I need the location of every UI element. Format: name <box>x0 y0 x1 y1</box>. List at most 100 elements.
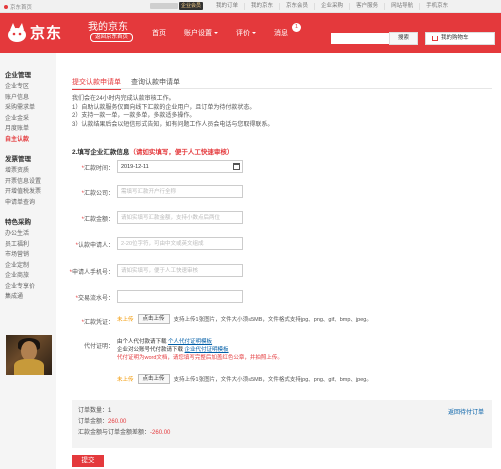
section-title-text: 2.填写企业汇款信息 <box>72 149 130 156</box>
sidebar-item-marketing[interactable]: 市场营销 <box>5 250 56 261</box>
top-link-my-jd[interactable]: 我的京东 <box>244 3 279 10</box>
location-pin-icon <box>4 5 8 9</box>
jd-logo-text[interactable]: 京东 <box>30 22 62 43</box>
tab-divider <box>72 88 492 89</box>
applicant-label: *认款申请人： <box>75 243 114 249</box>
proxy-label: 代付证明： <box>54 341 114 350</box>
submit-button[interactable]: 提交 <box>72 455 104 467</box>
sidebar-item-monthly-bill[interactable]: 月度账单 <box>5 124 56 135</box>
sidebar-group-title: 企业管理 <box>5 72 31 79</box>
serial-field[interactable] <box>117 290 243 303</box>
phone-label: *申请人手机号： <box>69 270 114 276</box>
nav-account-settings[interactable]: 账户设置 <box>184 28 218 38</box>
nav-messages[interactable]: 消息 <box>274 28 288 38</box>
notice-line: 2）支持一款一单，一款多单，多款适多操作。 <box>72 113 196 119</box>
nav-reviews-label: 评价 <box>236 30 250 37</box>
order-summary: 订单数量：1 订单金额：260.00 汇款金额与订单金额差额：-260.00 返… <box>72 400 492 448</box>
back-home-button[interactable]: 返回京东首页 <box>90 33 134 42</box>
sidebar-item-business-travel[interactable]: 企业商旅 <box>5 271 56 282</box>
order-amount-label: 订单金额： <box>78 419 109 425</box>
proxy-line-enterprise: 企业对公账号代付款请下载 企业代付证明模板 <box>117 346 283 354</box>
sidebar-item-enterprise-zone[interactable]: 企业专区 <box>5 82 56 93</box>
section-title: 2.填写企业汇款信息（请如实填写，便于人工快速审核） <box>72 146 233 156</box>
home-link-label: 京东首页 <box>10 5 33 11</box>
my-jd-title: 我的京东 <box>88 22 128 33</box>
proxy-upload-button[interactable]: 点击上传 <box>137 374 170 384</box>
cart-button[interactable]: 我的购物车 <box>425 32 495 45</box>
sidebar-group-enterprise: 企业管理 企业专区 账户信息 采购需求单 企业金采 月度账单 自主认款 <box>5 69 56 145</box>
nav-account-settings-label: 账户设置 <box>184 30 212 37</box>
voucher-upload-hint: 支持上传1张图片，文件大小须≤5MB，文件格式支持jpg、png、gif、bmp… <box>173 317 372 323</box>
top-link-enterprise[interactable]: 企业采购 <box>314 3 349 10</box>
date-label: *汇款时间： <box>81 166 114 172</box>
search-button[interactable]: 搜索 <box>389 32 418 45</box>
top-link-mobile[interactable]: 手机京东 <box>419 3 454 10</box>
chevron-down-icon <box>214 32 218 34</box>
proxy-line2-prefix: 企业对公账号代付款请下载 <box>117 347 184 353</box>
notice-line: 1）自助认款服务仅面向线下汇款的企业用户，且订单为待付款状态。 <box>72 104 256 111</box>
promo-image[interactable] <box>6 335 52 375</box>
proxy-instructions: 由个人代付款请下载 个人代付证明模板 企业对公账号代付款请下载 企业代付证明模板… <box>117 338 283 362</box>
date-label-text: 汇款时间： <box>83 166 114 172</box>
sidebar-item-office-life[interactable]: 办公生活 <box>5 229 56 240</box>
calendar-icon[interactable] <box>233 163 240 170</box>
sidebar-item-integration[interactable]: 集成通 <box>5 292 56 303</box>
company-field[interactable] <box>117 185 243 198</box>
main-nav: 首页 账户设置 评价 消息 <box>152 28 306 38</box>
sidebar-item-self-claim[interactable]: 自主认款 <box>5 135 56 146</box>
amount-diff-label: 汇款金额与订单金额差额： <box>78 430 151 436</box>
sidebar-item-issue-vat-invoice[interactable]: 开增值税发票 <box>5 187 56 198</box>
chevron-down-icon <box>252 32 256 34</box>
voucher-upload-button[interactable]: 点击上传 <box>137 314 170 324</box>
top-bar: 京东首页 企业会员 我的订单 我的京东 京东会员 企业采购 客户服务 网站导航 … <box>0 0 501 13</box>
proxy-line-personal: 由个人代付款请下载 个人代付证明模板 <box>117 338 283 346</box>
notice-line: 我们会在24小时内完成认款审核工作。 <box>72 96 175 102</box>
amount-diff-value: -260.00 <box>150 430 171 436</box>
enterprise-template-link[interactable]: 企业代付证明模板 <box>185 347 229 353</box>
sidebar-group-title: 特色采购 <box>5 219 31 226</box>
date-field[interactable] <box>117 160 243 173</box>
serial-label-text: 交易流水号： <box>77 296 114 302</box>
sidebar-item-employee-benefits[interactable]: 员工福利 <box>5 240 56 251</box>
return-pending-orders-link[interactable]: 返回待付订单 <box>448 407 484 416</box>
personal-template-link[interactable]: 个人代付证明模板 <box>168 339 212 345</box>
sidebar-item-exclusive-price[interactable]: 企业专享价 <box>5 282 56 293</box>
voucher-upload-row: 未上传 点击上传 支持上传1张图片，文件大小须≤5MB，文件格式支持jpg、pn… <box>117 314 372 324</box>
sidebar-item-enterprise-credit[interactable]: 企业金采 <box>5 114 56 125</box>
sidebar-item-purchase-request[interactable]: 采购需求单 <box>5 103 56 114</box>
company-label: *汇款公司： <box>81 191 114 197</box>
sidebar-item-request-query[interactable]: 申请单查询 <box>5 198 56 209</box>
amount-label: *汇款金额： <box>81 217 114 223</box>
cart-icon <box>432 36 438 41</box>
order-count-row: 订单数量：1 <box>78 406 486 417</box>
proxy-upload-row: 未上传 点击上传 支持上传1张图片，文件大小须≤5MB，文件格式支持jpg、pn… <box>117 374 372 384</box>
nav-home[interactable]: 首页 <box>152 28 166 38</box>
home-link[interactable]: 京东首页 <box>4 3 32 11</box>
sidebar-item-vat-qualification[interactable]: 增票资质 <box>5 166 56 177</box>
promo-image-face <box>21 341 37 361</box>
top-link-sitemap[interactable]: 网站导航 <box>384 3 419 10</box>
sidebar-item-invoice-settings[interactable]: 开票信息设置 <box>5 177 56 188</box>
top-link-membership[interactable]: 京东会员 <box>279 3 314 10</box>
proxy-upload-hint: 支持上传1张图片，文件大小须≤5MB，文件格式支持jpg、png、gif、bmp… <box>173 377 372 383</box>
applicant-field[interactable] <box>117 237 243 250</box>
voucher-label: *汇款凭证： <box>81 320 114 326</box>
phone-field[interactable] <box>117 264 243 277</box>
section-title-hint: （请如实填写，便于人工快速审核） <box>129 149 234 156</box>
top-link-service[interactable]: 客户服务 <box>349 3 384 10</box>
amount-label-text: 汇款金额： <box>83 217 114 223</box>
amount-field[interactable] <box>117 211 243 224</box>
nav-reviews[interactable]: 评价 <box>236 28 256 38</box>
jd-dog-logo-icon[interactable] <box>4 19 30 45</box>
voucher-label-text: 汇款凭证： <box>83 320 114 326</box>
applicant-label-text: 认款申请人： <box>77 243 114 249</box>
top-link-orders[interactable]: 我的订单 <box>210 3 244 10</box>
order-count-label: 订单数量： <box>78 408 109 414</box>
message-count-badge: 1 <box>292 23 301 32</box>
sidebar-item-customization[interactable]: 企业定制 <box>5 261 56 272</box>
phone-label-text: 申请人手机号： <box>71 270 114 276</box>
vip-badge[interactable]: 企业会员 <box>179 2 204 10</box>
sidebar-item-account-info[interactable]: 账户信息 <box>5 93 56 104</box>
order-amount-row: 订单金额：260.00 <box>78 417 486 428</box>
company-label-text: 汇款公司： <box>83 191 114 197</box>
